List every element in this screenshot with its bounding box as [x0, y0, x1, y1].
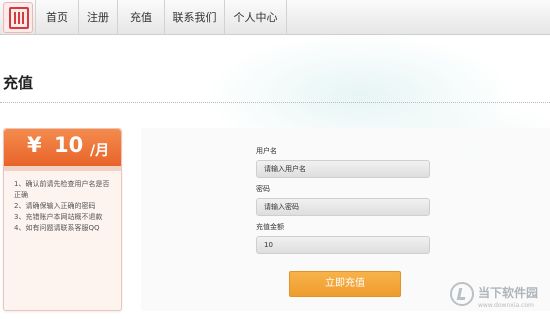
watermark-name: 当下软件园 [478, 286, 539, 300]
site-logo[interactable] [3, 2, 33, 33]
note-line: 4、如有问题请联系客服QQ [14, 224, 100, 232]
note-line: 3、充错账户本网站概不退款 [14, 213, 103, 221]
recharge-notes: 1、确认前请先检查用户名是否 正确 2、请确保输入正确的密码 3、充错账户本网站… [14, 179, 118, 234]
note-line: 2、请确保输入正确的密码 [14, 202, 96, 210]
price-amount: 10 [54, 133, 84, 157]
nav-item-profile[interactable]: 个人中心 [225, 0, 287, 35]
amount-input[interactable]: 10 [256, 236, 430, 254]
password-input[interactable]: 请输入密码 [256, 198, 430, 216]
seal-icon [9, 7, 29, 29]
note-line: 1、确认前请先检查用户名是否 [14, 180, 110, 188]
price-header: ¥ 10 /月 [4, 129, 121, 171]
watermark-url: www.downxia.com [478, 302, 534, 309]
amount-label: 充值金额 [256, 223, 284, 231]
price-unit: /月 [90, 143, 110, 159]
nav-item-contact[interactable]: 联系我们 [165, 0, 225, 35]
price-header-strip [4, 166, 121, 171]
nav-item-recharge[interactable]: 充值 [118, 0, 165, 35]
watermark: 当下软件园 www.downxia.com [446, 278, 550, 316]
nav-item-home[interactable]: 首页 [36, 0, 79, 35]
note-line: 正确 [14, 191, 28, 199]
currency-symbol: ¥ [27, 133, 42, 157]
password-label: 密码 [256, 185, 270, 193]
recharge-submit-button[interactable]: 立即充值 [289, 271, 401, 297]
top-navigation-bar: 首页 注册 充值 联系我们 个人中心 [0, 0, 550, 35]
username-label: 用户名 [256, 147, 277, 155]
username-input[interactable]: 请输入用户名 [256, 160, 430, 178]
nav-item-register[interactable]: 注册 [79, 0, 118, 35]
price-card: ¥ 10 /月 1、确认前请先检查用户名是否 正确 2、请确保输入正确的密码 3… [3, 128, 122, 311]
watermark-logo-icon [450, 282, 474, 306]
title-divider [0, 102, 550, 103]
page-title: 充值 [3, 74, 34, 92]
